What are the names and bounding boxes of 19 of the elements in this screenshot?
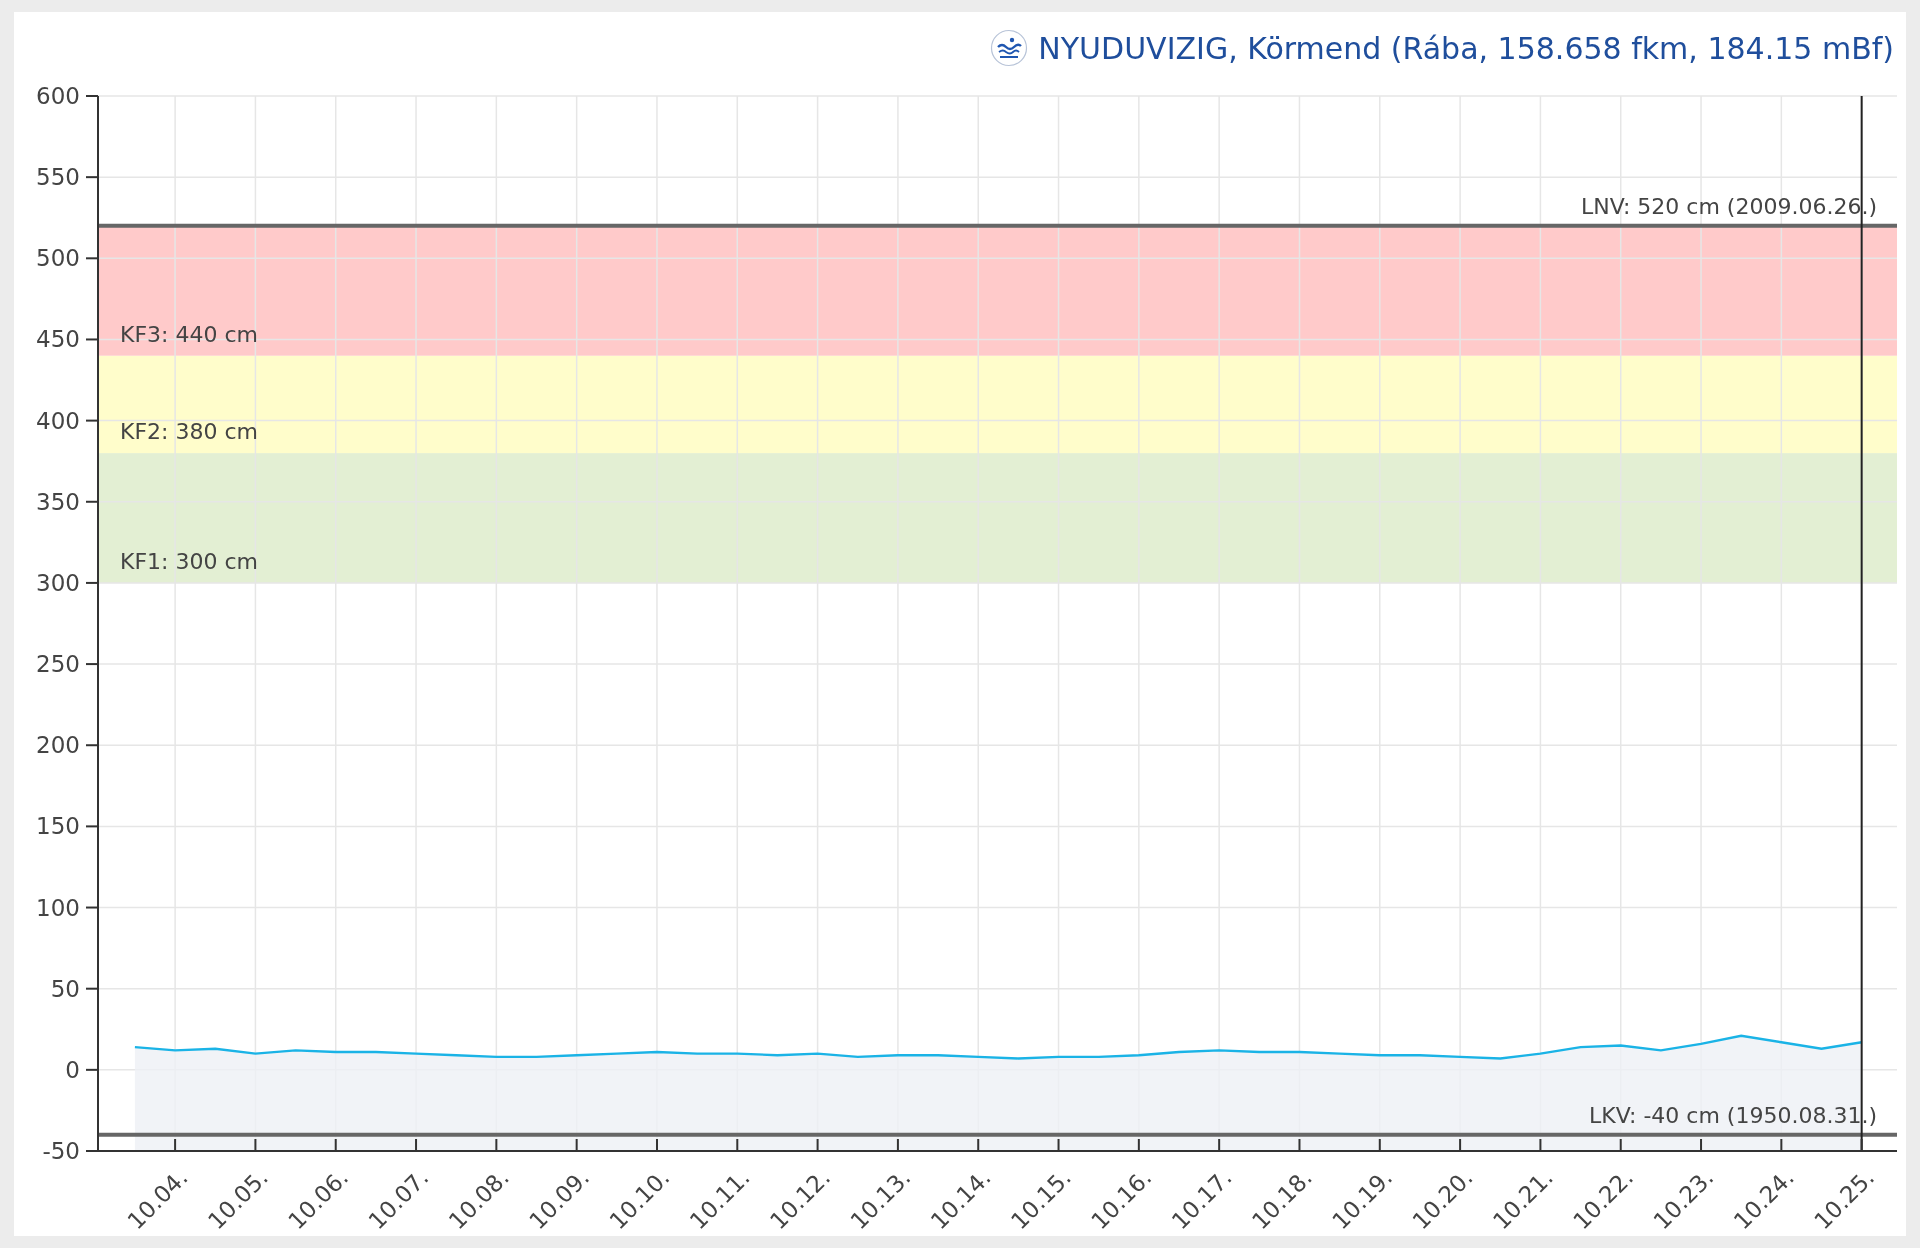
axis-tick-label: 450 [36,326,80,353]
axis-tick-label: 250 [36,651,80,678]
wave-logo-icon [990,29,1029,67]
axis-tick-label: 200 [36,732,80,759]
axis-tick-label: -50 [42,1138,80,1164]
axis-tick-label: 400 [36,407,80,434]
chart-title: NYUDUVIZIG, Körmend (Rába, 158.658 fkm, 184.15 mBf) [1038,30,1894,66]
axis-tick-label: 150 [36,813,80,840]
axis-tick-label: 100 [36,894,80,921]
axis-tick-label: 300 [36,569,80,596]
axis-tick-label: 500 [36,245,80,272]
axis-tick-label: 0 [65,1056,80,1083]
band-label: KF2: 380 cm [120,419,258,445]
axis-tick-label: 350 [36,488,80,515]
axis-tick-label: 600 [36,83,80,109]
axis-tick-label: 50 [50,975,80,1002]
band-label: KF1: 300 cm [120,548,258,574]
axis-tick-label: 550 [36,164,80,191]
band-label: KF3: 440 cm [120,321,258,347]
